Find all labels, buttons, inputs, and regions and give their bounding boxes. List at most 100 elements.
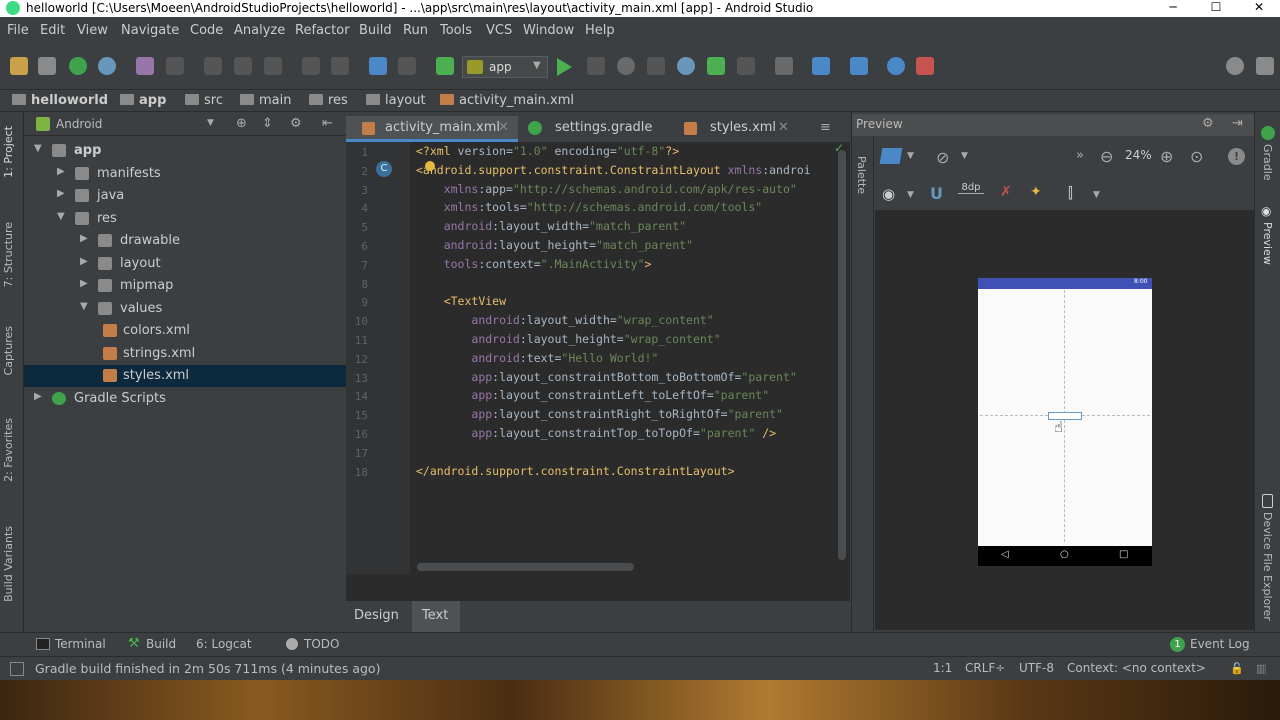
caret-position[interactable]: 1:1 — [933, 661, 952, 675]
back-icon[interactable] — [369, 57, 387, 75]
tree-item[interactable]: ▶ drawable — [24, 230, 346, 252]
tab-styles[interactable]: styles.xml ✕ — [674, 116, 806, 142]
menu-tools[interactable]: Tools — [440, 23, 472, 38]
tab-structure[interactable]: 7: Structure — [2, 222, 15, 287]
tree-item[interactable]: ▶ mipmap — [24, 275, 346, 297]
help-icon[interactable] — [887, 57, 905, 75]
lock-icon[interactable]: 🔓 — [1230, 662, 1244, 675]
gear-icon[interactable]: ⚙ — [290, 116, 302, 131]
collapse-all-icon[interactable]: ⇕ — [262, 116, 273, 131]
orientation-icon[interactable]: ⊘ — [936, 148, 949, 167]
code-line[interactable]: app:layout_constraintRight_toRightOf="pa… — [416, 407, 783, 421]
save-icon[interactable] — [38, 57, 56, 75]
chevron-down-icon[interactable]: ▼ — [961, 151, 968, 161]
close-tab-icon[interactable]: ✕ — [498, 120, 509, 135]
layers-icon[interactable] — [879, 148, 903, 164]
lightbulb-icon[interactable] — [425, 161, 435, 171]
tree-item[interactable]: ▼ values — [24, 298, 346, 320]
tree-item[interactable]: ▼ app — [24, 140, 346, 162]
zoom-in-icon[interactable]: ⊕ — [1160, 147, 1173, 166]
collapse-arrow-icon[interactable]: ▶ — [57, 188, 65, 199]
tree-item[interactable]: colors.xml — [24, 320, 346, 342]
line-separator[interactable]: CRLF÷ — [965, 661, 1005, 675]
refresh-icon[interactable] — [98, 57, 116, 75]
align-icon[interactable]: ⫿ — [1068, 184, 1073, 202]
device-manager-icon[interactable] — [916, 57, 934, 75]
project-structure-icon[interactable] — [812, 57, 830, 75]
code-line[interactable]: </android.support.constraint.ConstraintL… — [416, 464, 735, 478]
horizontal-scrollbar[interactable] — [417, 563, 634, 571]
menu-edit[interactable]: Edit — [40, 23, 65, 38]
tree-item[interactable]: ▶ manifests — [24, 163, 346, 185]
menu-window[interactable]: Window — [523, 23, 574, 38]
menu-build[interactable]: Build — [359, 23, 392, 38]
class-gutter-icon[interactable]: C — [376, 161, 392, 177]
chevron-down-icon[interactable]: ▼ — [1093, 190, 1100, 200]
code-line[interactable]: android:layout_width="match_parent" — [416, 219, 686, 233]
tree-item[interactable]: ▶ layout — [24, 253, 346, 275]
scroll-from-source-icon[interactable]: ⊕ — [236, 116, 247, 131]
code-line[interactable]: <android.support.constraint.ConstraintLa… — [416, 163, 811, 177]
tree-item[interactable]: ▶ java — [24, 185, 346, 207]
collapse-arrow-icon[interactable]: ▶ — [80, 233, 88, 244]
gear-icon[interactable]: ⚙ — [1202, 116, 1214, 131]
forward-icon[interactable] — [398, 57, 416, 75]
stop-icon[interactable] — [737, 57, 755, 75]
tab-design[interactable]: Design — [354, 608, 399, 623]
sdk-manager-icon[interactable] — [850, 57, 868, 75]
minimize-button[interactable]: ─ — [1153, 0, 1193, 17]
tab-text[interactable]: Text — [412, 601, 460, 632]
code-line[interactable]: android:layout_width="wrap_content" — [416, 313, 713, 327]
maximize-button[interactable]: ☐ — [1196, 0, 1236, 17]
code-line[interactable]: android:text="Hello World!" — [416, 351, 658, 365]
autoconnect-magnet-icon[interactable]: U — [930, 184, 943, 203]
chevron-down-icon[interactable]: ▼ — [907, 151, 914, 161]
vertical-scrollbar[interactable] — [838, 150, 846, 560]
eye-icon[interactable]: ◉ — [882, 185, 895, 203]
breadcrumb-item[interactable]: src — [185, 93, 223, 108]
expand-arrow-icon[interactable]: ▼ — [57, 211, 65, 222]
breadcrumb-item[interactable]: main — [240, 93, 291, 108]
make-project-icon[interactable] — [436, 57, 454, 75]
collapse-arrow-icon[interactable]: ▶ — [80, 278, 88, 289]
menu-view[interactable]: View — [77, 23, 108, 38]
code-line[interactable]: xmlns:app="http://schemas.android.com/ap… — [416, 182, 797, 196]
tab-settings-gradle[interactable]: settings.gradle — [518, 116, 674, 142]
tool-logcat[interactable]: 6: Logcat — [196, 637, 252, 651]
tab-favorites[interactable]: 2: Favorites — [2, 418, 15, 482]
tab-captures[interactable]: Captures — [2, 326, 15, 375]
tree-item[interactable]: ▶ Gradle Scripts — [24, 388, 346, 410]
breadcrumb-item[interactable]: activity_main.xml — [440, 93, 574, 108]
tree-item[interactable]: ▼ res — [24, 208, 346, 230]
tool-event-log[interactable]: Event Log — [1190, 637, 1250, 651]
debug-icon[interactable] — [617, 57, 635, 75]
warning-icon[interactable]: ! — [1228, 148, 1245, 165]
toggle-tool-buttons-icon[interactable] — [10, 662, 24, 676]
breadcrumb-item[interactable]: layout — [366, 93, 426, 108]
tab-gradle[interactable]: Gradle — [1261, 144, 1274, 181]
close-button[interactable]: ✕ — [1239, 0, 1279, 17]
expand-arrow-icon[interactable]: ▼ — [34, 143, 42, 154]
tool-build[interactable]: Build — [146, 637, 176, 651]
code-line[interactable]: app:layout_constraintTop_toTopOf="parent… — [416, 426, 776, 440]
zoom-out-icon[interactable]: ⊖ — [1100, 147, 1113, 166]
profile-icon[interactable] — [647, 57, 665, 75]
phone-preview[interactable]: 8:00 ☝ ◁ ○ □ — [978, 278, 1152, 566]
tab-preview[interactable]: Preview — [1261, 222, 1274, 265]
default-margin-field[interactable]: 8dp — [958, 182, 984, 194]
tool-todo[interactable]: TODO — [304, 637, 339, 651]
expand-arrow-icon[interactable]: ▼ — [80, 301, 88, 312]
menu-help[interactable]: Help — [585, 23, 615, 38]
tab-palette[interactable]: Palette — [855, 156, 868, 194]
find-icon[interactable] — [302, 57, 320, 75]
menu-analyze[interactable]: Analyze — [234, 23, 285, 38]
collapse-arrow-icon[interactable]: ▶ — [57, 166, 65, 177]
chevron-down-icon[interactable]: ▼ — [207, 118, 214, 128]
breadcrumb-item[interactable]: app — [120, 93, 166, 108]
code-line[interactable]: <TextView — [416, 294, 506, 308]
copy-icon[interactable] — [234, 57, 252, 75]
run-icon[interactable] — [557, 58, 572, 76]
tab-project[interactable]: 1: Project — [2, 126, 15, 178]
memory-icon[interactable]: ▥ — [1256, 662, 1266, 675]
collapse-arrow-icon[interactable]: ▶ — [34, 391, 42, 402]
